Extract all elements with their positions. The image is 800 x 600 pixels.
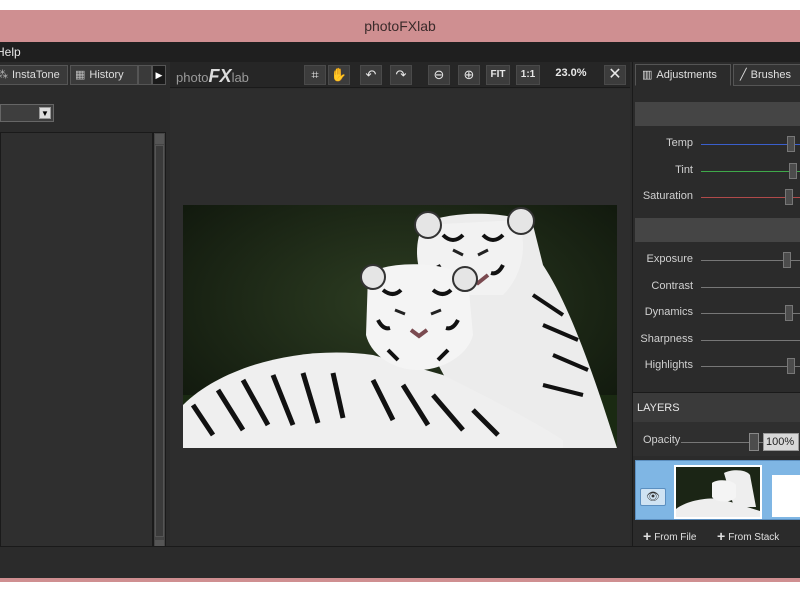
tone-slider-track[interactable]: [701, 366, 800, 367]
from-stack-label: From Stack: [728, 532, 780, 543]
app-logo: photoFXlab: [176, 66, 249, 87]
tone-slider-row-exposure: Exposure: [633, 249, 800, 273]
title-bar: photoFXlab: [0, 10, 800, 42]
tab-instatone[interactable]: ⁂ InstaTone: [0, 65, 68, 85]
tab-brushes[interactable]: ╱ Brushes: [733, 64, 800, 86]
color-slider-thumb[interactable]: [789, 162, 797, 179]
logo-prefix: photo: [176, 70, 209, 85]
tone-slider-label: Contrast: [651, 279, 693, 292]
tone-slider-row-sharpness: Sharpness: [633, 329, 800, 353]
color-slider-track[interactable]: [701, 170, 800, 172]
layer-thumbnail[interactable]: [674, 465, 762, 519]
tab-adjustments-label: Adjustments: [656, 69, 717, 81]
opacity-slider-thumb[interactable]: [749, 433, 759, 451]
tab-brushes-label: Brushes: [750, 69, 791, 81]
redo-icon[interactable]: ↷: [390, 65, 412, 85]
undo-icon[interactable]: ↶: [360, 65, 382, 85]
color-section-header[interactable]: [635, 102, 800, 126]
scroll-up-button[interactable]: [155, 134, 164, 144]
tone-slider-label: Sharpness: [640, 332, 693, 345]
instatone-icon: ⁂: [0, 69, 8, 81]
color-slider-label: Tint: [675, 163, 693, 176]
tone-slider-label: Dynamics: [644, 306, 693, 318]
logo-fx: FX: [208, 66, 232, 86]
tab-instatone-label: InstaTone: [12, 69, 60, 81]
color-slider-thumb[interactable]: [785, 189, 793, 205]
color-slider-track[interactable]: [701, 144, 800, 145]
preset-list[interactable]: [0, 132, 153, 552]
layer-item[interactable]: 👁: [635, 460, 800, 520]
tone-slider-row-dynamics: Dynamics: [633, 302, 800, 326]
tab-history-label: History: [89, 69, 124, 81]
scrollbar-thumb[interactable]: [155, 145, 164, 537]
opacity-input[interactable]: 100%: [763, 433, 799, 451]
from-file-button[interactable]: + From File: [643, 528, 696, 544]
tab-scroll-arrow-icon[interactable]: ▶: [152, 65, 166, 85]
logo-suffix: lab: [231, 70, 249, 85]
tone-section-header[interactable]: [635, 218, 800, 242]
hand-icon[interactable]: ✋: [328, 65, 350, 85]
brush-icon: ╱: [740, 69, 747, 81]
tab-history[interactable]: ▦ History: [70, 65, 138, 85]
eye-icon[interactable]: 👁: [640, 488, 666, 506]
close-icon[interactable]: ✕: [604, 65, 626, 85]
tone-slider-thumb[interactable]: [785, 305, 793, 321]
tone-slider-track[interactable]: [701, 339, 800, 341]
preset-list-scrollbar[interactable]: [153, 132, 166, 552]
window-bottom-border: [0, 578, 800, 582]
history-icon: ▦: [75, 69, 86, 81]
tone-slider-row-contrast: Contrast: [633, 276, 800, 300]
crop-icon[interactable]: ⌗: [304, 65, 326, 85]
plus-icon: +: [643, 528, 652, 544]
plus-icon: +: [717, 528, 726, 544]
menu-bar: Help: [0, 42, 800, 62]
photo-canvas[interactable]: [183, 205, 617, 448]
color-slider-row-saturation: Saturation: [633, 186, 800, 210]
layer-thumbnail-image: [676, 467, 760, 517]
color-slider-thumb[interactable]: [787, 136, 795, 152]
color-slider-label: Saturation: [642, 190, 693, 202]
tone-slider-label: Exposure: [646, 253, 693, 265]
from-stack-button[interactable]: + From Stack: [717, 528, 779, 544]
layer-actions: + From File + From Stack: [633, 524, 800, 546]
layers-header: LAYERS: [633, 392, 800, 422]
tiger-photo: [183, 205, 617, 448]
one-to-one-button[interactable]: 1:1: [516, 65, 540, 85]
color-slider-label: Temp: [666, 137, 693, 149]
zoom-in-icon[interactable]: ⊕: [458, 65, 480, 85]
layer-mask-thumbnail[interactable]: [772, 475, 800, 517]
chevron-down-icon[interactable]: ▼: [39, 107, 51, 119]
editor-area: photoFXlab ⌗ ✋ ↶ ↷ ⊖ ⊕ FIT 1:1 23.0% ✕: [170, 62, 630, 546]
app-window: photoFXlab Help ⁂InstaTone ▦History ▶ ▼ …: [0, 10, 800, 582]
opacity-row: Opacity 100%: [633, 422, 800, 456]
tab-adjustments[interactable]: ▥ Adjustments: [635, 64, 731, 86]
left-panel: ⁂ InstaTone ▦History ▶ ▼: [0, 62, 168, 552]
editor-toolbar: photoFXlab ⌗ ✋ ↶ ↷ ⊖ ⊕ FIT 1:1 23.0% ✕: [170, 62, 630, 88]
adjustments-icon: ▥: [642, 69, 653, 81]
tone-slider-label: Highlights: [644, 359, 693, 371]
fit-button[interactable]: FIT: [486, 65, 510, 85]
tone-slider-thumb[interactable]: [783, 252, 791, 268]
tone-slider-thumb[interactable]: [787, 358, 795, 374]
tone-slider-row-highlights: Highlights: [633, 355, 800, 379]
right-panel: ▥ Adjustments ╱ Brushes Temp Tint Saturation…: [632, 62, 800, 546]
zoom-out-icon[interactable]: ⊖: [428, 65, 450, 85]
opacity-label: Opacity: [643, 434, 681, 446]
tone-slider-track[interactable]: [701, 286, 800, 288]
menu-help[interactable]: Help: [0, 42, 21, 62]
canvas-area[interactable]: [170, 89, 630, 546]
from-file-label: From File: [654, 532, 697, 543]
status-bar: [0, 546, 800, 578]
zoom-level: 23.0%: [555, 67, 587, 79]
tab-overflow[interactable]: [138, 65, 152, 85]
color-slider-row-tint: Tint: [633, 160, 800, 184]
color-slider-row-temp: Temp: [633, 133, 800, 157]
preset-select[interactable]: ▼: [0, 104, 54, 122]
